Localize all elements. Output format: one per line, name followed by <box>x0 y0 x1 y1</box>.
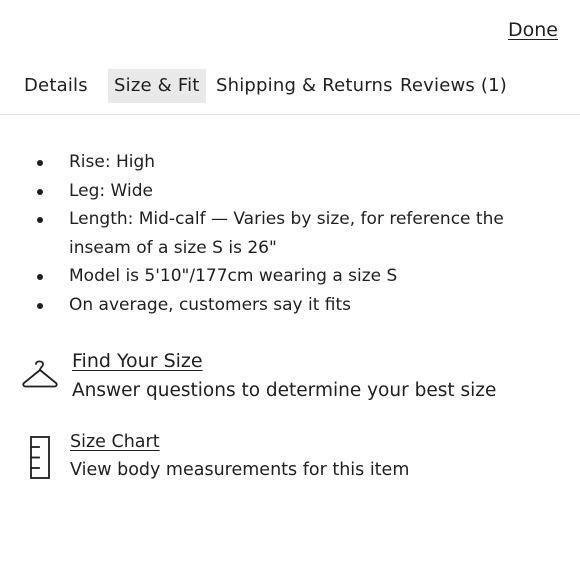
fit-detail-model: Model is 5'10"/177cm wearing a size S <box>69 266 398 286</box>
fit-detail-rise: Rise: High <box>69 152 156 172</box>
find-your-size-description: Answer questions to determine your best … <box>72 380 497 401</box>
ruler-icon <box>30 436 52 484</box>
fit-details-list: Rise: High Leg: Wide Length: Mid-calf — … <box>0 148 580 319</box>
list-item: Length: Mid-calf — Varies by size, for r… <box>0 205 580 262</box>
size-chart-link[interactable]: Size Chart <box>70 432 160 452</box>
hanger-icon <box>22 358 58 394</box>
fit-detail-average: On average, customers say it fits <box>69 294 352 315</box>
tab-shipping-returns[interactable]: Shipping & Returns <box>216 69 393 103</box>
done-button[interactable]: Done <box>508 19 558 41</box>
tab-divider <box>0 114 580 115</box>
fit-detail-leg: Leg: Wide <box>69 180 153 201</box>
bullet-dot <box>37 188 43 195</box>
list-item: Rise: High <box>0 148 580 177</box>
tab-size-fit[interactable]: Size & Fit <box>108 69 206 103</box>
list-item: Model is 5'10"/177cm wearing a size S <box>0 262 580 291</box>
find-your-size-link[interactable]: Find Your Size <box>72 350 203 372</box>
list-item: Leg: Wide <box>0 177 580 206</box>
list-item: On average, customers say it fits <box>0 291 580 320</box>
tab-bar: Details Size & Fit Shipping & Returns Re… <box>0 69 580 105</box>
bullet-dot <box>37 302 43 309</box>
size-chart-description: View body measurements for this item <box>70 460 410 480</box>
tab-reviews[interactable]: Reviews (1) <box>400 69 507 103</box>
size-fit-panel: Done Details Size & Fit Shipping & Retur… <box>0 0 580 580</box>
bullet-dot <box>37 274 43 280</box>
bullet-dot <box>37 160 43 166</box>
tab-details[interactable]: Details <box>24 69 88 103</box>
bullet-dot <box>37 217 43 223</box>
fit-detail-length: Length: Mid-calf — Varies by size, for r… <box>69 209 504 258</box>
